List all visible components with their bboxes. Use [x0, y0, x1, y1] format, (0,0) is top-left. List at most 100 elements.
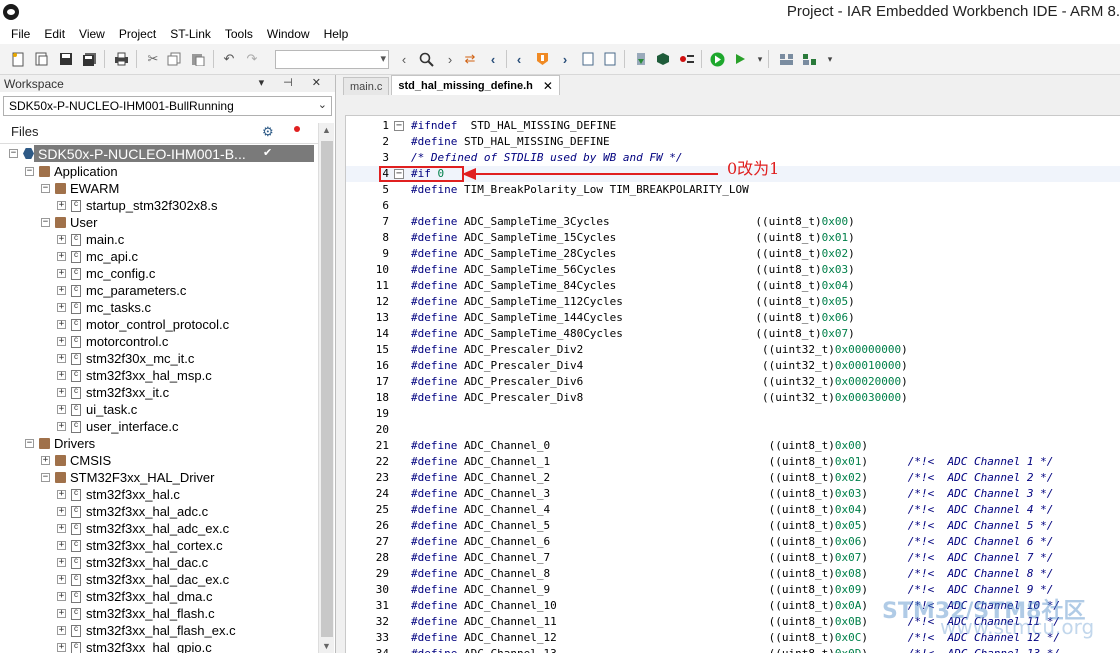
- expand-icon[interactable]: +: [57, 643, 66, 652]
- collapse-icon[interactable]: −: [9, 149, 18, 158]
- expand-icon[interactable]: +: [57, 320, 66, 329]
- cut-icon[interactable]: ✂: [145, 51, 161, 67]
- workspace-header-controls[interactable]: ▾ ⊣ ✕: [259, 76, 329, 89]
- expand-icon[interactable]: +: [57, 337, 66, 346]
- code-editor[interactable]: 1− #ifndef STD_HAL_MISSING_DEFINE 2 #define…: [345, 115, 1120, 653]
- next-bookmark-icon[interactable]: [602, 51, 618, 67]
- tree-file-item[interactable]: + main.c: [0, 231, 318, 248]
- code-line[interactable]: 10 #define ADC_SampleTime_56Cycles ((uint…: [346, 262, 1120, 278]
- expand-icon[interactable]: +: [57, 626, 66, 635]
- code-line[interactable]: 1− #ifndef STD_HAL_MISSING_DEFINE: [346, 118, 1120, 134]
- tree-file-item[interactable]: + stm32f30x_mc_it.c: [0, 350, 318, 367]
- expand-icon[interactable]: +: [57, 405, 66, 414]
- code-line[interactable]: 13 #define ADC_SampleTime_144Cycles ((uin…: [346, 310, 1120, 326]
- close-icon[interactable]: ✕: [543, 79, 553, 93]
- go-forward-icon[interactable]: ›: [557, 51, 573, 67]
- code-line[interactable]: 20: [346, 422, 1120, 438]
- menu-st-link[interactable]: ST-Link: [163, 27, 218, 41]
- tree-file-item[interactable]: + ui_task.c: [0, 401, 318, 418]
- expand-icon[interactable]: +: [57, 201, 66, 210]
- expand-icon[interactable]: +: [57, 609, 66, 618]
- collapse-icon[interactable]: −: [25, 167, 34, 176]
- code-line[interactable]: 18 #define ADC_Prescaler_Div8 ((uint32_t)…: [346, 390, 1120, 406]
- copy-icon[interactable]: [166, 51, 182, 67]
- expand-icon[interactable]: +: [57, 490, 66, 499]
- menu-window[interactable]: Window: [260, 27, 317, 41]
- collapse-icon[interactable]: −: [41, 218, 50, 227]
- tab-std-hal-missing-define-h[interactable]: std_hal_missing_define.h ✕: [391, 75, 560, 95]
- nav-back-icon[interactable]: ‹: [396, 51, 412, 67]
- scroll-down-icon[interactable]: ▼: [322, 641, 331, 651]
- compile-icon[interactable]: [633, 51, 649, 67]
- download-debug-icon[interactable]: [709, 51, 725, 67]
- tree-file-item[interactable]: + stm32f3xx_hal_adc_ex.c: [0, 520, 318, 537]
- tree-file-item[interactable]: + stm32f3xx_hal.c: [0, 486, 318, 503]
- expand-icon[interactable]: +: [57, 422, 66, 431]
- code-line[interactable]: 27 #define ADC_Channel_6 ((uint8_t)0x06) …: [346, 534, 1120, 550]
- expand-icon[interactable]: +: [57, 286, 66, 295]
- expand-icon[interactable]: +: [57, 388, 66, 397]
- config-select[interactable]: SDK50x-P-NUCLEO-IHM001-BullRunning ⌄: [3, 96, 332, 116]
- gear-icon[interactable]: ⚙: [262, 124, 274, 140]
- tree-file-item[interactable]: + stm32f3xx_it.c: [0, 384, 318, 401]
- open-icon[interactable]: [34, 51, 50, 67]
- code-line[interactable]: 11 #define ADC_SampleTime_84Cycles ((uint…: [346, 278, 1120, 294]
- expand-icon[interactable]: +: [57, 371, 66, 380]
- menu-view[interactable]: View: [72, 27, 112, 41]
- code-line[interactable]: 17 #define ADC_Prescaler_Div6 ((uint32_t)…: [346, 374, 1120, 390]
- layout2-icon[interactable]: [801, 51, 817, 67]
- tree-file-item[interactable]: + stm32f3xx_hal_flash.c: [0, 605, 318, 622]
- expand-icon[interactable]: +: [57, 354, 66, 363]
- code-line[interactable]: 5 #define TIM_BreakPolarity_Low TIM_BREAK…: [346, 182, 1120, 198]
- menu-tools[interactable]: Tools: [218, 27, 260, 41]
- find-icon[interactable]: [418, 51, 434, 67]
- menu-project[interactable]: Project: [112, 27, 163, 41]
- tree-file-item[interactable]: + stm32f3xx_hal_dma.c: [0, 588, 318, 605]
- code-line[interactable]: 15 #define ADC_Prescaler_Div2 ((uint32_t)…: [346, 342, 1120, 358]
- code-line[interactable]: 2 #define STD_HAL_MISSING_DEFINE: [346, 134, 1120, 150]
- save-all-icon[interactable]: [81, 51, 97, 67]
- find-combo[interactable]: [275, 50, 389, 69]
- new-file-icon[interactable]: [10, 51, 26, 67]
- make-icon[interactable]: [655, 51, 671, 67]
- undo-icon[interactable]: ↶: [221, 51, 237, 67]
- tree-file-item[interactable]: + stm32f3xx_hal_gpio.c: [0, 639, 318, 653]
- tree-folder-item[interactable]: − EWARM: [0, 180, 318, 197]
- code-line[interactable]: 25 #define ADC_Channel_4 ((uint8_t)0x04) …: [346, 502, 1120, 518]
- code-line[interactable]: 16 #define ADC_Prescaler_Div4 ((uint32_t)…: [346, 358, 1120, 374]
- tree-folder-item[interactable]: − Drivers: [0, 435, 318, 452]
- code-line[interactable]: 23 #define ADC_Channel_2 ((uint8_t)0x02) …: [346, 470, 1120, 486]
- expand-icon[interactable]: +: [57, 303, 66, 312]
- debug-icon[interactable]: [679, 51, 695, 67]
- paste-icon[interactable]: [190, 51, 206, 67]
- code-line[interactable]: 22 #define ADC_Channel_1 ((uint8_t)0x01) …: [346, 454, 1120, 470]
- code-line[interactable]: 6: [346, 198, 1120, 214]
- bookmark-icon[interactable]: [534, 51, 550, 67]
- expand-icon[interactable]: +: [57, 592, 66, 601]
- layout-icon[interactable]: [778, 51, 794, 67]
- redo-icon[interactable]: ↷: [244, 51, 260, 67]
- collapse-icon[interactable]: −: [41, 473, 50, 482]
- code-line[interactable]: 14 #define ADC_SampleTime_480Cycles ((uin…: [346, 326, 1120, 342]
- tree-file-item[interactable]: + mc_tasks.c: [0, 299, 318, 316]
- expand-icon[interactable]: +: [57, 252, 66, 261]
- code-line[interactable]: 29 #define ADC_Channel_8 ((uint8_t)0x08) …: [346, 566, 1120, 582]
- code-line[interactable]: 12 #define ADC_SampleTime_112Cycles ((uin…: [346, 294, 1120, 310]
- tree-file-item[interactable]: + stm32f3xx_hal_cortex.c: [0, 537, 318, 554]
- tree-folder-item[interactable]: − Application: [0, 163, 318, 180]
- expand-icon[interactable]: +: [57, 235, 66, 244]
- tree-file-item[interactable]: + stm32f3xx_hal_adc.c: [0, 503, 318, 520]
- workspace-scrollbar[interactable]: ▲ ▼: [318, 123, 334, 653]
- menu-file[interactable]: File: [4, 27, 37, 41]
- expand-icon[interactable]: +: [57, 558, 66, 567]
- chevron-down-icon[interactable]: ⌄: [318, 98, 327, 111]
- code-line[interactable]: 7 #define ADC_SampleTime_3Cycles ((uint8_…: [346, 214, 1120, 230]
- code-line[interactable]: 28 #define ADC_Channel_7 ((uint8_t)0x07) …: [346, 550, 1120, 566]
- expand-icon[interactable]: +: [57, 524, 66, 533]
- toolbar-overflow-2-icon[interactable]: ▾: [822, 51, 838, 67]
- tree-file-item[interactable]: + stm32f3xx_hal_flash_ex.c: [0, 622, 318, 639]
- nav-forward-icon[interactable]: ›: [442, 51, 458, 67]
- tree-file-item[interactable]: + stm32f3xx_hal_dac.c: [0, 554, 318, 571]
- scroll-up-icon[interactable]: ▲: [322, 125, 331, 135]
- go-back-icon[interactable]: ‹: [485, 51, 501, 67]
